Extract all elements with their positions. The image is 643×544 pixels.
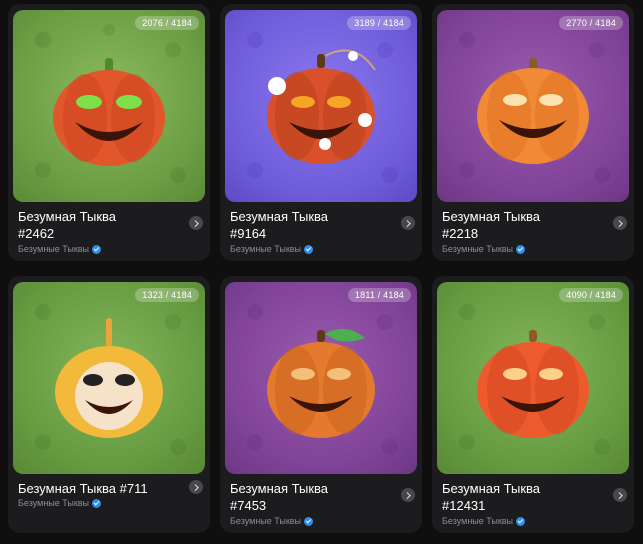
- verified-icon: [516, 516, 526, 526]
- gift-artwork: 2076 / 4184: [13, 10, 205, 202]
- collection-label: Безумные Тыквы: [230, 516, 314, 526]
- edition-count-badge: 1323 / 4184: [135, 288, 199, 302]
- gift-title: Безумная Тыква #2462: [18, 209, 117, 241]
- verified-icon: [304, 516, 314, 526]
- gift-title: Безумная Тыква #9164: [230, 209, 329, 241]
- gift-card[interactable]: 2770 / 4184 Безумная Тыква #2218 Безумны…: [432, 4, 634, 261]
- edition-count-badge: 3189 / 4184: [347, 16, 411, 30]
- pumpkin-icon: [35, 304, 186, 455]
- gift-artwork: 3189 / 4184: [225, 10, 417, 202]
- gift-title: Безумная Тыква #7453: [230, 481, 329, 513]
- verified-icon: [304, 244, 314, 254]
- verified-icon: [92, 498, 102, 508]
- chevron-right-icon[interactable]: [613, 216, 627, 230]
- pumpkin-icon: [35, 24, 186, 183]
- edition-count-badge: 1811 / 4184: [347, 288, 411, 302]
- gift-artwork: 1811 / 4184: [225, 282, 417, 474]
- gift-artwork: 1323 / 4184: [13, 282, 205, 474]
- chevron-right-icon[interactable]: [189, 480, 203, 494]
- edition-count-badge: 2076 / 4184: [135, 16, 199, 30]
- pumpkin-icon: [247, 32, 398, 183]
- chevron-right-icon[interactable]: [401, 216, 415, 230]
- pumpkin-icon: [459, 304, 610, 455]
- verified-icon: [516, 244, 526, 254]
- collection-label: Безумные Тыквы: [230, 244, 314, 254]
- gift-title: Безумная Тыква #12431: [442, 481, 541, 513]
- collection-label: Безумные Тыквы: [18, 498, 102, 508]
- gift-card[interactable]: 3189 / 4184 Безумная Тыква #9164 Безумны…: [220, 4, 422, 261]
- collection-label: Безумные Тыквы: [442, 516, 526, 526]
- pumpkin-icon: [459, 32, 610, 183]
- collection-label: Безумные Тыквы: [442, 244, 526, 254]
- chevron-right-icon[interactable]: [613, 488, 627, 502]
- collection-label: Безумные Тыквы: [18, 244, 102, 254]
- edition-count-badge: 2770 / 4184: [559, 16, 623, 30]
- gift-card[interactable]: 4090 / 4184 Безумная Тыква #12431 Безумн…: [432, 276, 634, 533]
- verified-icon: [92, 244, 102, 254]
- gift-card[interactable]: 2076 / 4184 Безумная Тыква #2462 Безумны…: [8, 4, 210, 261]
- gift-grid: 2076 / 4184 Безумная Тыква #2462 Безумны…: [0, 0, 643, 544]
- gift-card[interactable]: 1811 / 4184 Безумная Тыква #7453 Безумны…: [220, 276, 422, 533]
- gift-card[interactable]: 1323 / 4184 Безумная Тыква #711 Безумные…: [8, 276, 210, 533]
- edition-count-badge: 4090 / 4184: [559, 288, 623, 302]
- gift-title: Безумная Тыква #2218: [442, 209, 541, 241]
- pumpkin-icon: [247, 304, 398, 455]
- gift-title: Безумная Тыква #711: [18, 481, 148, 496]
- chevron-right-icon[interactable]: [401, 488, 415, 502]
- gift-artwork: 4090 / 4184: [437, 282, 629, 474]
- chevron-right-icon[interactable]: [189, 216, 203, 230]
- gift-artwork: 2770 / 4184: [437, 10, 629, 202]
